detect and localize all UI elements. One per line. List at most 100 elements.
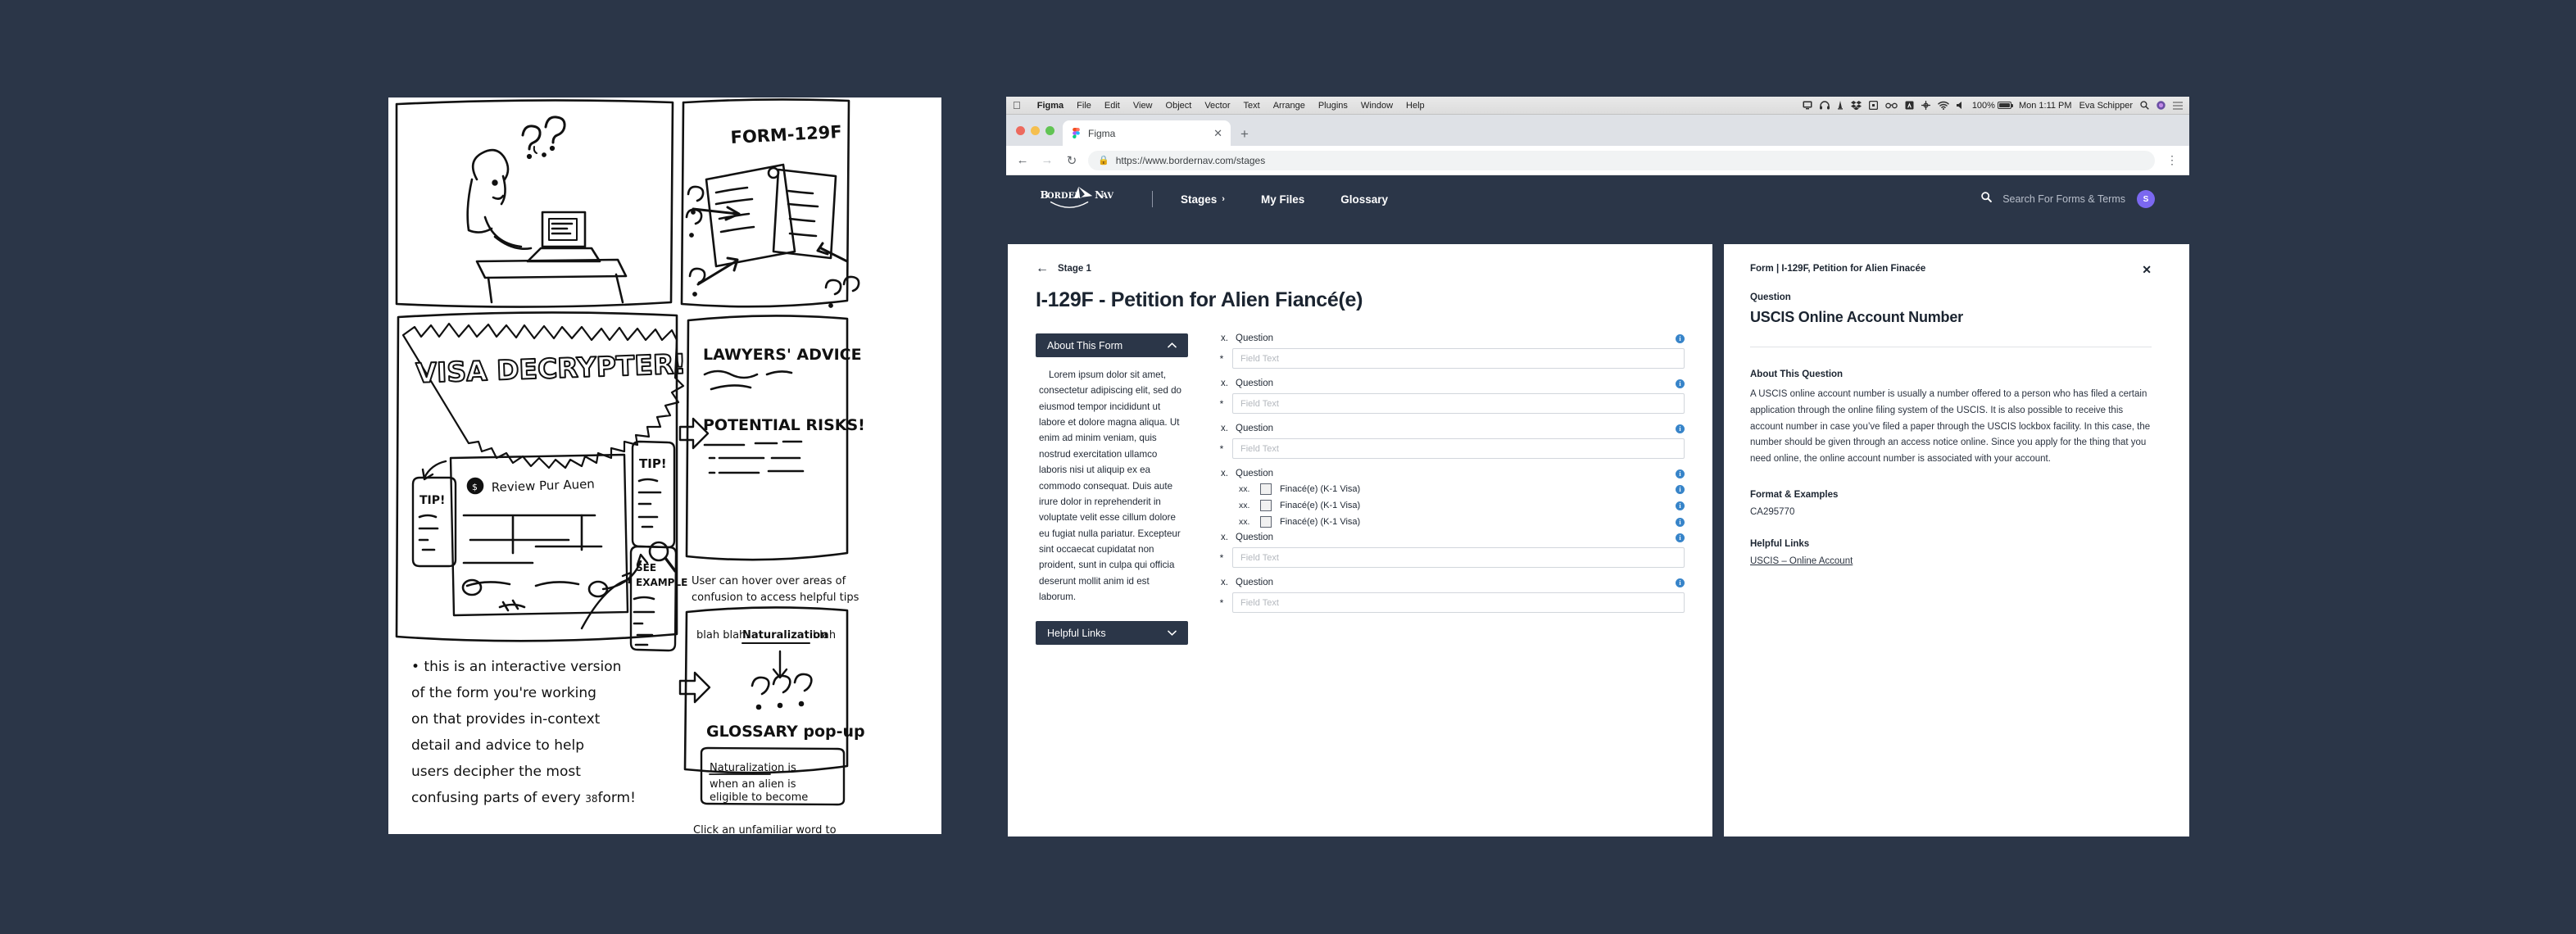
- glasses-icon[interactable]: [1885, 102, 1898, 109]
- list-icon[interactable]: [2173, 101, 2183, 110]
- nav-item-glossary[interactable]: Glossary: [1340, 193, 1388, 206]
- user-name-label[interactable]: Eva Schipper: [2079, 101, 2133, 111]
- field-row: * Field Text: [1218, 547, 1685, 568]
- helpful-link-uscis-online-account[interactable]: USCIS – Online Account: [1750, 556, 1853, 566]
- wifi-icon[interactable]: [1938, 101, 1949, 110]
- nav-item-my-files-label: My Files: [1260, 193, 1305, 206]
- checkbox[interactable]: [1260, 516, 1272, 528]
- app-navbar: B ORDER N AV Stages › My Files Glossary …: [1006, 175, 2189, 223]
- volume-icon[interactable]: [1956, 101, 1965, 110]
- nav-item-stages[interactable]: Stages ›: [1181, 193, 1225, 206]
- svg-text:confusing parts of every 38for: confusing parts of every 38form!: [411, 790, 636, 806]
- info-icon[interactable]: i: [1676, 501, 1685, 510]
- form-columns: About This Form Lorem ipsum dolor sit am…: [1036, 333, 1685, 646]
- nav-item-stages-label: Stages: [1181, 193, 1218, 206]
- question-detail-panel: Form | I-129F, Petition for Alien Finacé…: [1724, 244, 2189, 837]
- field-row: * Field Text: [1218, 592, 1685, 613]
- text-input[interactable]: Field Text: [1232, 348, 1685, 369]
- menu-object[interactable]: Object: [1159, 101, 1199, 111]
- browser-toolbar: ← → ↻ 🔒 https://www.bordernav.com/stages…: [1006, 146, 2189, 175]
- question-number: x.: [1221, 578, 1228, 587]
- format-example-value: CA295770: [1750, 506, 1795, 517]
- nav-item-my-files[interactable]: My Files: [1261, 193, 1304, 206]
- accordion-helpful-links[interactable]: Helpful Links: [1036, 621, 1188, 646]
- address-bar[interactable]: 🔒 https://www.bordernav.com/stages: [1088, 150, 2155, 170]
- clock-label[interactable]: Mon 1:11 PM: [2019, 101, 2072, 111]
- minimize-window-button[interactable]: [1031, 125, 1040, 135]
- info-icon[interactable]: i: [1676, 334, 1685, 343]
- checkbox[interactable]: [1260, 500, 1272, 511]
- question-number: x.: [1221, 533, 1228, 542]
- window-traffic-lights[interactable]: [1014, 115, 1063, 146]
- menu-help[interactable]: Help: [1399, 101, 1431, 111]
- text-input[interactable]: Field Text: [1232, 393, 1685, 414]
- breadcrumb[interactable]: ← Stage 1: [1036, 262, 1685, 275]
- info-icon[interactable]: i: [1676, 518, 1685, 527]
- menu-file[interactable]: File: [1070, 101, 1098, 111]
- svg-text:on that provides in-context: on that provides in-context: [411, 711, 601, 728]
- forward-arrow-icon[interactable]: →: [1039, 152, 1055, 169]
- menu-edit[interactable]: Edit: [1098, 101, 1127, 111]
- siri-icon[interactable]: [2156, 101, 2166, 110]
- question-block: x. Question i xx. Finacé(e) (K-1 Visa) i: [1218, 469, 1685, 528]
- kebab-menu-icon[interactable]: ⋮: [2163, 153, 2181, 167]
- info-icon[interactable]: i: [1676, 424, 1685, 433]
- menu-window[interactable]: Window: [1354, 101, 1399, 111]
- text-input[interactable]: Field Text: [1232, 547, 1685, 568]
- info-icon[interactable]: i: [1676, 379, 1685, 388]
- back-arrow-icon[interactable]: ←: [1036, 262, 1049, 275]
- question-header: x. Question i: [1218, 578, 1685, 587]
- reload-icon[interactable]: ↻: [1064, 152, 1080, 169]
- text-input[interactable]: Field Text: [1232, 438, 1685, 459]
- text-input[interactable]: Field Text: [1232, 592, 1685, 613]
- checkbox[interactable]: [1260, 483, 1272, 495]
- svg-text:eligible to become: eligible to become: [710, 791, 808, 804]
- close-window-button[interactable]: [1016, 125, 1025, 135]
- info-icon[interactable]: i: [1676, 578, 1685, 587]
- screen-icon[interactable]: [1868, 101, 1878, 110]
- battery-indicator[interactable]: 100%: [1972, 101, 2013, 111]
- menu-plugins[interactable]: Plugins: [1312, 101, 1354, 111]
- apple-icon[interactable]: : [1013, 100, 1021, 111]
- question-block: x. Question i * Field Text: [1218, 333, 1685, 369]
- display-icon[interactable]: [1803, 101, 1812, 110]
- info-icon[interactable]: i: [1676, 533, 1685, 542]
- search-input[interactable]: Search For Forms & Terms: [1981, 192, 2125, 206]
- menu-figma[interactable]: Figma: [1031, 101, 1070, 111]
- svg-text:Click an unfamiliar word to: Click an unfamiliar word to: [693, 824, 837, 834]
- zoom-window-button[interactable]: [1045, 125, 1054, 135]
- crosshair-icon[interactable]: [1921, 101, 1930, 110]
- svg-text:EXAMPLE: EXAMPLE: [636, 577, 687, 588]
- checkbox-row: xx. Finacé(e) (K-1 Visa) i: [1239, 500, 1685, 511]
- browser-tab[interactable]: Figma ✕: [1063, 120, 1231, 146]
- info-icon[interactable]: i: [1676, 485, 1685, 494]
- headphones-icon[interactable]: [1819, 101, 1830, 110]
- svg-text:POTENTIAL RISKS!: POTENTIAL RISKS!: [703, 416, 865, 434]
- back-arrow-icon[interactable]: ←: [1014, 152, 1031, 169]
- checkbox-label: Finacé(e) (K-1 Visa): [1280, 501, 1361, 510]
- nav-links: Stages › My Files Glossary: [1181, 193, 1388, 206]
- avatar[interactable]: S: [2137, 190, 2155, 208]
- lock-icon: 🔒: [1098, 156, 1109, 165]
- page-title: I-129F - Petition for Alien Fiancé(e): [1036, 288, 1363, 311]
- search-icon[interactable]: [1981, 192, 1993, 206]
- question-list: x. Question i * Field Text x. Question i…: [1218, 333, 1685, 645]
- search-icon[interactable]: [2140, 101, 2149, 110]
- accordion-helpful-links-title: Helpful Links: [1047, 627, 1106, 639]
- close-icon[interactable]: ✕: [1213, 127, 1222, 140]
- tower-icon[interactable]: [1837, 101, 1844, 110]
- menu-arrange[interactable]: Arrange: [1267, 101, 1312, 111]
- adobe-icon[interactable]: [1905, 101, 1914, 110]
- plus-icon[interactable]: +: [1240, 126, 1249, 143]
- menu-text[interactable]: Text: [1237, 101, 1267, 111]
- menu-vector[interactable]: Vector: [1198, 101, 1236, 111]
- info-icon[interactable]: i: [1676, 469, 1685, 478]
- menu-view[interactable]: View: [1127, 101, 1159, 111]
- search-placeholder: Search For Forms & Terms: [2002, 193, 2125, 205]
- storyboard-sketch: FORM-129F VISA DECRYPTER! $ Review Pur A…: [388, 97, 941, 834]
- browser-tab-strip: Figma ✕ +: [1006, 115, 2189, 146]
- close-icon[interactable]: ✕: [2142, 264, 2152, 275]
- bordernav-logo[interactable]: B ORDER N AV: [1039, 185, 1127, 213]
- dropbox-icon[interactable]: [1850, 101, 1862, 110]
- accordion-about-this-form[interactable]: About This Form: [1036, 333, 1188, 357]
